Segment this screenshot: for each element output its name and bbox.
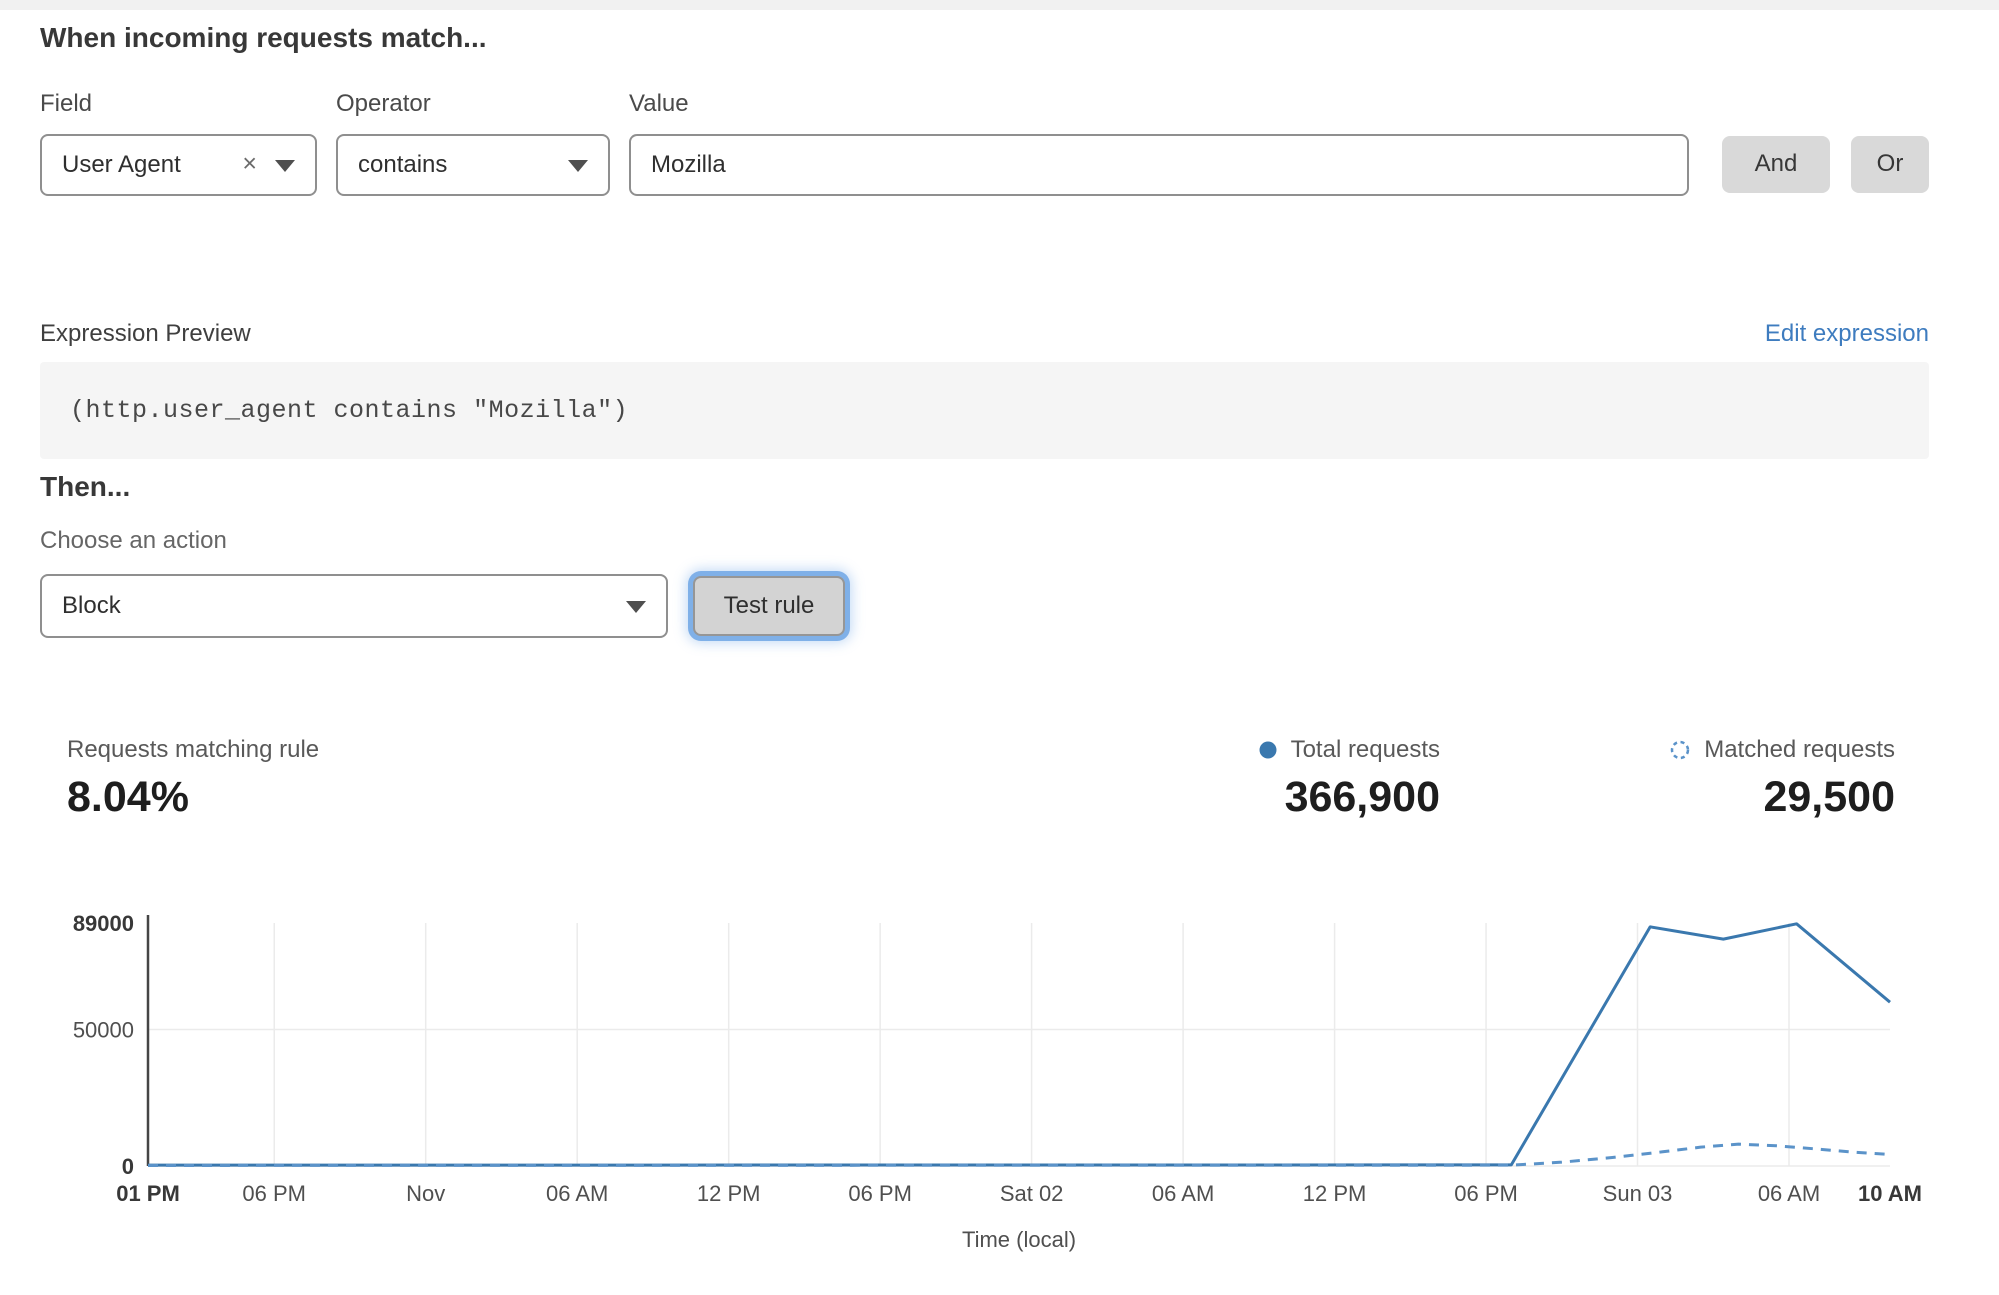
value-group: Value: [629, 52, 1689, 196]
svg-text:06 AM: 06 AM: [1758, 1181, 1820, 1206]
expression-code: (http.user_agent contains "Mozilla"): [70, 396, 628, 425]
operator-select-value: contains: [338, 151, 447, 179]
and-button[interactable]: And: [1722, 136, 1830, 193]
svg-text:50000: 50000: [73, 1017, 134, 1042]
expression-code-box: (http.user_agent contains "Mozilla"): [40, 362, 1929, 459]
chevron-down-icon: [626, 601, 646, 613]
svg-text:Sat 02: Sat 02: [1000, 1181, 1064, 1206]
requests-chart: 0 50000 89000 01 PM 06 PM Nov 06 AM 12 PM 06 PM S…: [0, 909, 1999, 1256]
connector-buttons: And Or: [1722, 136, 1929, 193]
value-label: Value: [629, 90, 1689, 118]
match-heading: When incoming requests match...: [40, 24, 1929, 52]
svg-text:06 PM: 06 PM: [848, 1181, 912, 1206]
choose-action-label: Choose an action: [40, 527, 1929, 555]
rule-editor: When incoming requests match... Field Us…: [0, 24, 1999, 819]
svg-text:10 AM: 10 AM: [1858, 1181, 1922, 1206]
chart-svg: 0 50000 89000 01 PM 06 PM Nov 06 AM 12 PM 06 PM S…: [0, 909, 1999, 1256]
top-divider: [0, 0, 1999, 10]
total-requests-line: [148, 924, 1890, 1165]
action-select[interactable]: Block: [40, 574, 668, 638]
stat-total-requests: Total requests 366,900: [1130, 736, 1440, 819]
svg-text:06 PM: 06 PM: [1454, 1181, 1518, 1206]
expression-preview-label: Expression Preview: [40, 320, 251, 348]
field-label: Field: [40, 90, 317, 118]
expression-header: Expression Preview Edit expression: [40, 320, 1929, 348]
field-select[interactable]: User Agent ×: [40, 134, 317, 196]
svg-text:Nov: Nov: [406, 1181, 445, 1206]
x-axis-title: Time (local): [962, 1227, 1076, 1252]
operator-label: Operator: [336, 90, 610, 118]
or-button[interactable]: Or: [1851, 136, 1929, 193]
matched-requests-line: [148, 1144, 1890, 1165]
stat-matching-rule: Requests matching rule 8.04%: [67, 736, 1130, 819]
chevron-down-icon: [275, 160, 295, 172]
total-requests-dot-icon: [1258, 740, 1278, 760]
edit-expression-link[interactable]: Edit expression: [1765, 320, 1929, 348]
svg-text:01 PM: 01 PM: [116, 1181, 180, 1206]
field-group: Field User Agent ×: [40, 52, 317, 196]
test-rule-button[interactable]: Test rule: [693, 576, 845, 636]
operator-group: Operator contains: [336, 52, 610, 196]
value-input[interactable]: [629, 134, 1689, 196]
matched-requests-value: 29,500: [1565, 776, 1895, 819]
stats-row: Requests matching rule 8.04% Total reque…: [67, 736, 1895, 819]
svg-text:Sun 03: Sun 03: [1603, 1181, 1673, 1206]
stat-matched-requests: Matched requests 29,500: [1565, 736, 1895, 819]
matched-requests-legend: Matched requests: [1565, 736, 1895, 764]
action-row: Block Test rule: [40, 574, 1929, 638]
chevron-down-icon: [568, 160, 588, 172]
condition-row: Field User Agent × Operator contains Val…: [40, 52, 1929, 196]
action-select-value: Block: [42, 592, 121, 620]
total-requests-value: 366,900: [1130, 776, 1440, 819]
clear-field-icon[interactable]: ×: [242, 151, 257, 176]
svg-text:06 AM: 06 AM: [1152, 1181, 1214, 1206]
operator-select[interactable]: contains: [336, 134, 610, 196]
field-select-value: User Agent: [42, 151, 181, 179]
svg-text:06 PM: 06 PM: [242, 1181, 306, 1206]
matching-rule-value: 8.04%: [67, 776, 1130, 819]
matching-rule-label: Requests matching rule: [67, 736, 1130, 764]
then-heading: Then...: [40, 473, 1929, 501]
total-requests-label: Total requests: [1291, 736, 1440, 764]
svg-text:0: 0: [122, 1154, 134, 1179]
svg-text:12 PM: 12 PM: [697, 1181, 761, 1206]
svg-text:12 PM: 12 PM: [1303, 1181, 1367, 1206]
matched-requests-dashed-circle-icon: [1669, 739, 1691, 761]
matched-requests-label: Matched requests: [1704, 736, 1895, 764]
svg-text:06 AM: 06 AM: [546, 1181, 608, 1206]
svg-text:89000: 89000: [73, 911, 134, 936]
total-requests-legend: Total requests: [1130, 736, 1440, 764]
